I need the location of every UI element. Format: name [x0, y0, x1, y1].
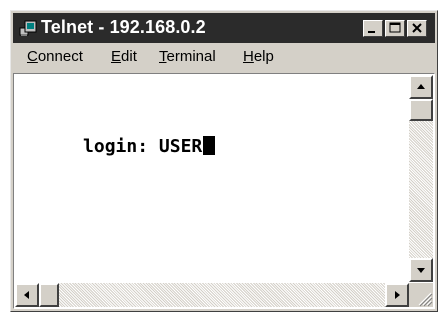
text-cursor	[203, 136, 216, 155]
menu-bar: Connect Edit Terminal Help	[13, 45, 435, 69]
menu-terminal[interactable]: Terminal	[159, 48, 216, 65]
title-bar[interactable]: Telnet - 192.168.0.2	[13, 13, 435, 43]
maximize-button[interactable]	[385, 20, 405, 37]
scroll-down-button[interactable]	[409, 258, 433, 282]
menu-help[interactable]: Help	[243, 48, 274, 65]
horizontal-scrollbar[interactable]	[15, 283, 409, 307]
menu-edit[interactable]: Edit	[111, 48, 137, 65]
resize-grip[interactable]	[409, 283, 433, 307]
vertical-scrollbar[interactable]	[409, 75, 433, 282]
close-button[interactable]	[407, 20, 427, 37]
terminal-area[interactable]: login: USER	[13, 73, 435, 309]
resize-grip-icon	[409, 292, 433, 311]
scroll-up-button[interactable]	[409, 75, 433, 99]
scroll-right-button[interactable]	[385, 283, 409, 307]
telnet-window: Telnet - 192.168.0.2 Connect Edit Termin…	[10, 10, 438, 312]
vertical-scroll-thumb[interactable]	[409, 99, 433, 121]
minimize-button[interactable]	[363, 20, 383, 37]
horizontal-scroll-thumb[interactable]	[39, 283, 59, 307]
telnet-terminal-icon[interactable]	[19, 19, 37, 37]
login-prompt: login: USER	[83, 136, 203, 157]
terminal-output: login: USER	[18, 114, 216, 180]
window-title: Telnet - 192.168.0.2	[41, 17, 206, 37]
menu-connect[interactable]: Connect	[27, 48, 83, 65]
scroll-left-button[interactable]	[15, 283, 39, 307]
